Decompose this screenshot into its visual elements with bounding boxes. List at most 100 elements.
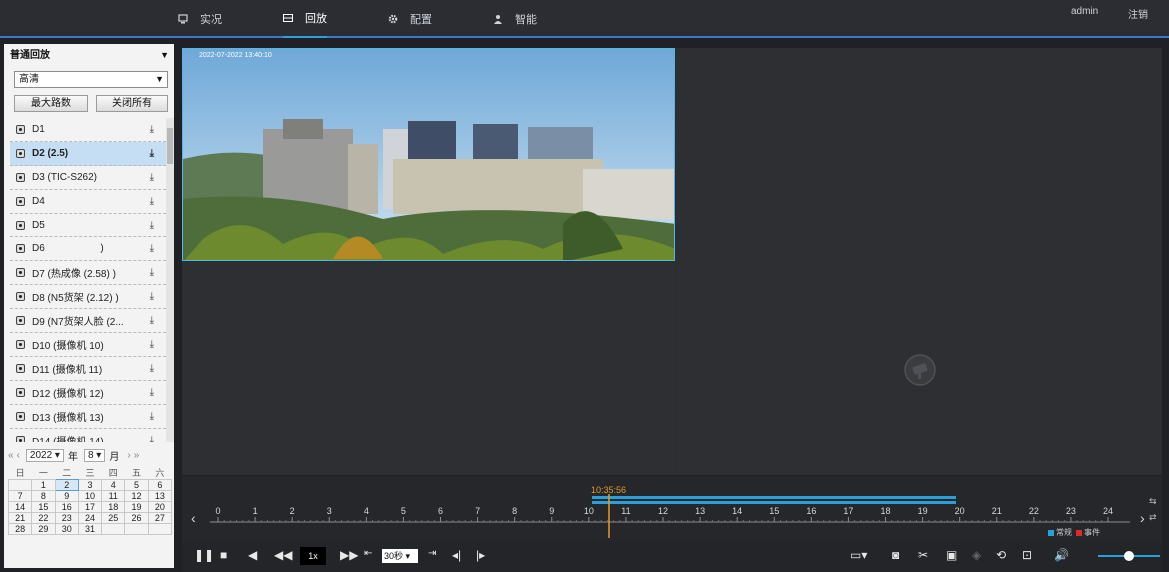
download-icon[interactable]: ⤓: [150, 148, 154, 159]
download-icon[interactable]: ⤓: [150, 363, 154, 374]
calendar-day[interactable]: 17: [77, 501, 103, 513]
video-pane-3[interactable]: [182, 262, 675, 475]
calendar-day[interactable]: 3: [77, 479, 103, 491]
snapshot-icon[interactable]: ◙: [892, 548, 899, 562]
channel-item[interactable]: D14 (摄像机 14) ⤓: [10, 429, 166, 442]
quality-select[interactable]: 高清 ▼: [14, 71, 168, 88]
calendar-day[interactable]: 28: [7, 523, 33, 535]
interval-select[interactable]: 30秒 ▾: [382, 549, 418, 563]
download-icon[interactable]: ⤓: [150, 291, 154, 302]
download-icon[interactable]: ⤓: [150, 387, 154, 398]
logout-link[interactable]: 注销: [1128, 6, 1148, 21]
prev-year-icon[interactable]: «: [8, 450, 14, 461]
skip-back-icon[interactable]: ⇤: [364, 548, 372, 559]
calendar-day[interactable]: 13: [147, 490, 173, 502]
channel-item[interactable]: D9 (N7货架人脸 (2... ⤓: [10, 309, 166, 334]
channel-item[interactable]: D1 ⤓: [10, 118, 166, 142]
channel-item[interactable]: D11 (摄像机 11) ⤓: [10, 357, 166, 381]
month-select[interactable]: 8 ▾: [83, 448, 106, 462]
skip-forward-icon[interactable]: ⇥: [428, 548, 436, 559]
calendar-day[interactable]: 5: [124, 479, 149, 491]
prev-frame-icon[interactable]: ◂|: [452, 548, 461, 562]
zoom-out-icon[interactable]: ⇄: [1149, 512, 1157, 523]
calendar-day[interactable]: 10: [77, 490, 103, 502]
calendar-day[interactable]: 27: [147, 512, 173, 524]
nav-playback[interactable]: 回放: [283, 0, 327, 38]
channel-item[interactable]: D4 ⤓: [10, 190, 166, 214]
channel-item[interactable]: D6 ) ⤓: [10, 237, 166, 262]
calendar-day[interactable]: [101, 523, 126, 535]
timeline-next-icon[interactable]: ›: [1140, 510, 1145, 526]
calendar-day[interactable]: 24: [77, 512, 103, 524]
timeline-track[interactable]: 0 1 2 3 4 5 6 7 8 9 10 11 12 13 14 15 16 17 18 19 20 21 22 23 24: [182, 476, 1162, 540]
channel-item[interactable]: D7 (热成像 (2.58) ) ⤓: [10, 261, 166, 286]
timeline-prev-icon[interactable]: ‹: [191, 510, 196, 526]
download-icon[interactable]: ⤓: [150, 172, 154, 183]
calendar-day[interactable]: 26: [124, 512, 149, 524]
calendar-day[interactable]: 30: [54, 523, 79, 535]
calendar-day[interactable]: 15: [31, 501, 56, 513]
next-frame-icon[interactable]: |▸: [476, 548, 485, 562]
download-icon[interactable]: ⤓: [150, 196, 154, 207]
channel-item[interactable]: D5 ⤓: [10, 214, 166, 238]
fast-forward-icon[interactable]: ▶▶: [340, 548, 358, 562]
channel-item[interactable]: D12 (摄像机 12) ⤓: [10, 381, 166, 405]
next-month-icon[interactable]: ›: [127, 450, 130, 461]
reverse-play-icon[interactable]: ◀: [248, 548, 257, 562]
next-year-icon[interactable]: »: [134, 450, 140, 461]
calendar-day[interactable]: 31: [77, 523, 103, 535]
nav-live[interactable]: 实况: [178, 0, 222, 38]
calendar-day[interactable]: 29: [31, 523, 56, 535]
pause-icon[interactable]: ❚❚: [194, 548, 214, 562]
calendar-day[interactable]: 4: [101, 479, 126, 491]
rotate-icon[interactable]: ⟲: [996, 548, 1006, 562]
volume-icon[interactable]: 🔊: [1054, 548, 1069, 562]
calendar-day[interactable]: 8: [31, 490, 56, 502]
download-icon[interactable]: ⤓: [150, 435, 154, 442]
video-pane-4[interactable]: [676, 262, 1162, 475]
playback-mode-select[interactable]: 普通回放 ▼: [6, 48, 172, 65]
calendar-day[interactable]: 18: [101, 501, 126, 513]
calendar-day[interactable]: 19: [124, 501, 149, 513]
calendar-day[interactable]: 1: [31, 479, 56, 491]
calendar-day[interactable]: 16: [54, 501, 79, 513]
calendar-day[interactable]: [7, 479, 33, 491]
download-icon[interactable]: ⤓: [150, 315, 154, 326]
video-pane-2[interactable]: [676, 48, 1162, 261]
prev-month-icon[interactable]: ‹: [17, 450, 20, 461]
calendar-day[interactable]: 6: [147, 479, 173, 491]
year-select[interactable]: 2022 ▾: [25, 448, 64, 462]
channel-item[interactable]: D8 (N5货架 (2.12) ) ⤓: [10, 285, 166, 310]
calendar-day[interactable]: 12: [124, 490, 149, 502]
calendar-day[interactable]: 22: [31, 512, 56, 524]
calendar-day[interactable]: [124, 523, 149, 535]
download-icon[interactable]: ⤓: [150, 220, 154, 231]
slow-down-icon[interactable]: ◀◀: [274, 548, 292, 562]
max-channels-button[interactable]: 最大路数: [14, 95, 88, 112]
channel-item[interactable]: D13 (摄像机 13) ⤓: [10, 405, 166, 429]
calendar-day[interactable]: 21: [7, 512, 33, 524]
download-icon[interactable]: ⤓: [150, 124, 154, 135]
calendar-day[interactable]: 23: [54, 512, 79, 524]
video-pane-1[interactable]: 2022-07-2022 13:40:10: [182, 48, 675, 261]
calendar-day[interactable]: 20: [147, 501, 173, 513]
channel-item[interactable]: D10 (摄像机 10) ⤓: [10, 333, 166, 357]
download-icon[interactable]: ⤓: [150, 243, 154, 254]
calendar-day-selected[interactable]: 2: [54, 479, 79, 491]
timeline[interactable]: 0 1 2 3 4 5 6 7 8 9 10 11 12 13 14 15 16 17 18 19 20 21 22 23 24…: [182, 476, 1162, 540]
calendar-day[interactable]: 11: [101, 490, 126, 502]
download-icon[interactable]: ⤓: [150, 267, 154, 278]
channel-item[interactable]: D3 (TIC-S262) ⤓: [10, 166, 166, 190]
volume-slider-handle[interactable]: [1124, 551, 1134, 561]
calendar-day[interactable]: 25: [101, 512, 126, 524]
save-icon[interactable]: ▣: [946, 548, 957, 562]
channel-item[interactable]: D2 (2.5) ⤓: [10, 141, 166, 166]
tag-icon[interactable]: ⊡: [1022, 548, 1032, 562]
nav-config[interactable]: 配置: [388, 0, 432, 38]
zoom-in-icon[interactable]: ⇆: [1149, 496, 1157, 507]
nav-smart[interactable]: 智能: [493, 0, 537, 38]
layout-select-icon[interactable]: ▭▾: [850, 548, 867, 562]
calendar-day[interactable]: [147, 523, 173, 535]
calendar-day[interactable]: 14: [7, 501, 33, 513]
scrollbar-thumb[interactable]: [167, 128, 173, 164]
